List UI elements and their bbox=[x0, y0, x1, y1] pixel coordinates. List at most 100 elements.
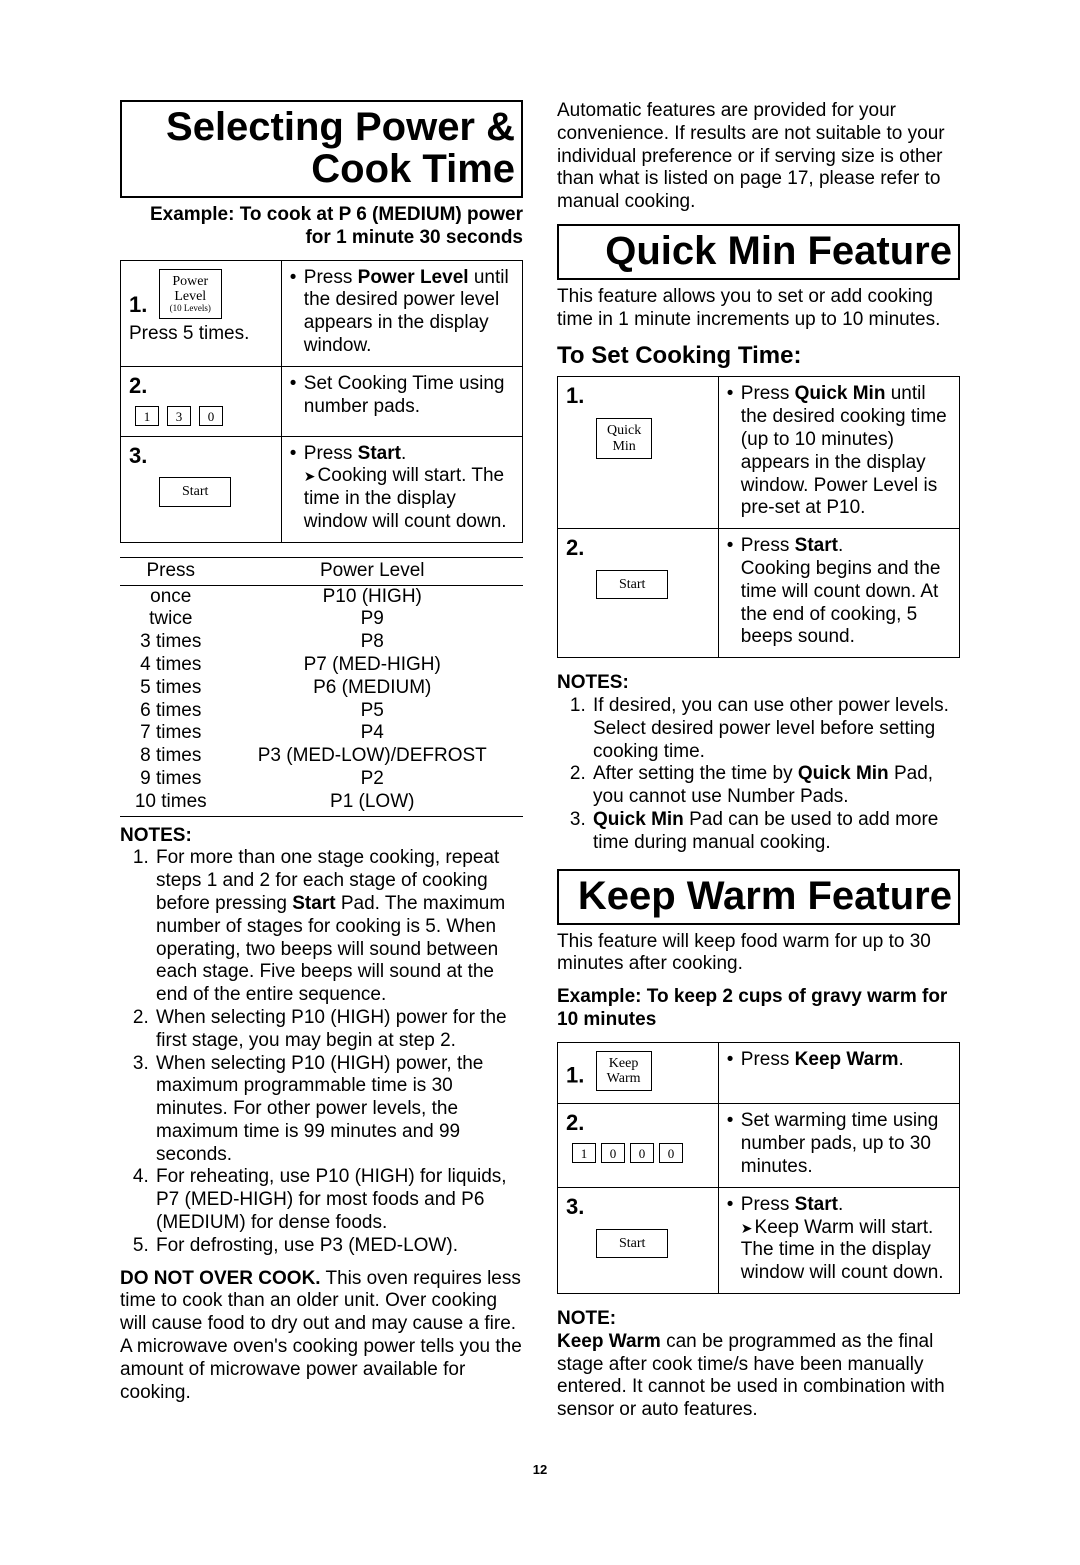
cell: 10 times bbox=[120, 791, 222, 816]
step-row: 2. 1 0 0 0 Set warming time using number… bbox=[558, 1104, 960, 1187]
step-number: 2. bbox=[566, 1110, 584, 1135]
cell: 4 times bbox=[120, 654, 222, 677]
step-number: 2. bbox=[129, 373, 147, 398]
notes-list: If desired, you can use other power leve… bbox=[557, 695, 960, 855]
key: 0 bbox=[601, 1143, 625, 1163]
notes-heading: NOTES: bbox=[557, 672, 960, 695]
steps-table-warm: 1. Keep Warm Press Keep Warm. 2. 1 bbox=[557, 1042, 960, 1294]
key: 1 bbox=[572, 1143, 596, 1163]
col-header: Press bbox=[120, 557, 222, 585]
step-row: 1. Quick Min Press Quick Min until the d… bbox=[558, 377, 960, 529]
text: . bbox=[401, 443, 406, 464]
key: 0 bbox=[199, 406, 223, 426]
step-desc: Press Keep Warm. bbox=[727, 1049, 951, 1072]
note-item: Quick Min Pad can be used to add more ti… bbox=[591, 809, 960, 855]
heading-selecting-power: Selecting Power & Cook Time bbox=[120, 100, 523, 198]
example-header-cook: Example: To cook at P 6 (MEDIUM) power f… bbox=[120, 204, 523, 250]
start-button: Start bbox=[596, 570, 668, 599]
cell: P1 (LOW) bbox=[222, 791, 524, 816]
cell: 9 times bbox=[120, 768, 222, 791]
cell: P2 bbox=[222, 768, 524, 791]
step-row: 2. 1 3 0 Set Cooking Time using number p… bbox=[121, 366, 523, 436]
cell: P3 (MED-LOW)/DEFROST bbox=[222, 745, 524, 768]
step-number: 3. bbox=[566, 1194, 584, 1219]
text: Keep Warm will start. The time in the di… bbox=[741, 1217, 944, 1284]
step-desc: Set Cooking Time using number pads. bbox=[290, 373, 514, 419]
text-bold: Start bbox=[795, 535, 838, 556]
note-item: After setting the time by Quick Min Pad,… bbox=[591, 763, 960, 809]
step-desc: Press Start. Cooking begins and the time… bbox=[727, 535, 951, 649]
step-row: 2. Start Press Start. Cooking begins and… bbox=[558, 529, 960, 658]
step-desc: Press Power Level until the desired powe… bbox=[290, 267, 514, 358]
warning-text: DO NOT OVER COOK. This oven requires les… bbox=[120, 1268, 523, 1405]
text-bold: Keep Warm bbox=[795, 1049, 899, 1070]
quick-intro: This feature allows you to set or add co… bbox=[557, 286, 960, 332]
arrow-icon bbox=[741, 1217, 755, 1238]
cell: P4 bbox=[222, 722, 524, 745]
cell: P9 bbox=[222, 608, 524, 631]
warm-note: Keep Warm can be programmed as the final… bbox=[557, 1331, 960, 1422]
key: 0 bbox=[630, 1143, 654, 1163]
key: 1 bbox=[135, 406, 159, 426]
btn-line: Quick bbox=[607, 423, 641, 438]
cell: 6 times bbox=[120, 700, 222, 723]
example-header-warm: Example: To keep 2 cups of gravy warm fo… bbox=[557, 986, 960, 1032]
step-row: 3. Start Press Start. Keep Warm will sta… bbox=[558, 1187, 960, 1293]
text: . bbox=[838, 535, 843, 556]
text: Press bbox=[304, 443, 358, 464]
note-item: For reheating, use P10 (HIGH) for liquid… bbox=[154, 1166, 523, 1234]
key: 3 bbox=[167, 406, 191, 426]
note-item: For defrosting, use P3 (MED-LOW). bbox=[154, 1235, 523, 1258]
step-number: 1. bbox=[566, 1062, 584, 1087]
text-bold: Start bbox=[795, 1194, 838, 1215]
number-pad: 1 3 0 bbox=[135, 406, 273, 426]
note-item: If desired, you can use other power leve… bbox=[591, 695, 960, 763]
text: Press bbox=[304, 267, 358, 288]
note-heading: NOTE: bbox=[557, 1308, 960, 1331]
key: 0 bbox=[659, 1143, 683, 1163]
cell: once bbox=[120, 585, 222, 608]
cell: 3 times bbox=[120, 631, 222, 654]
col-header: Power Level bbox=[222, 557, 524, 585]
btn-line: Warm bbox=[607, 1071, 641, 1086]
power-level-button: Power Level (10 Levels) bbox=[159, 269, 222, 320]
start-button: Start bbox=[596, 1229, 668, 1258]
step-number: 1. bbox=[566, 383, 584, 408]
cell: 7 times bbox=[120, 722, 222, 745]
step-row: 3. Start Press Start. Cooking will start… bbox=[121, 436, 523, 542]
intro-text: Automatic features are provided for your… bbox=[557, 100, 960, 214]
subheading-set-cook-time: To Set Cooking Time: bbox=[557, 342, 960, 371]
text: . bbox=[838, 1194, 843, 1215]
step-row: 1. Keep Warm Press Keep Warm. bbox=[558, 1042, 960, 1104]
step-desc: Press Start. Keep Warm will start. The t… bbox=[727, 1194, 951, 1285]
keep-warm-button: Keep Warm bbox=[596, 1051, 652, 1092]
btn-line: (10 Levels) bbox=[170, 304, 211, 314]
btn-line: Power bbox=[170, 274, 211, 289]
cell: P5 bbox=[222, 700, 524, 723]
start-button: Start bbox=[159, 477, 231, 506]
page-columns: Selecting Power & Cook Time Example: To … bbox=[120, 100, 960, 1432]
warm-intro: This feature will keep food warm for up … bbox=[557, 931, 960, 977]
notes-heading: NOTES: bbox=[120, 825, 523, 848]
power-level-table: PressPower Level onceP10 (HIGH) twiceP9 … bbox=[120, 557, 523, 817]
text: Press bbox=[741, 383, 795, 404]
cell: 8 times bbox=[120, 745, 222, 768]
cell: P10 (HIGH) bbox=[222, 585, 524, 608]
text: Press bbox=[741, 1049, 795, 1070]
heading-quick-min: Quick Min Feature bbox=[557, 224, 960, 280]
steps-table-quick: 1. Quick Min Press Quick Min until the d… bbox=[557, 376, 960, 658]
step-desc: Press Quick Min until the desired cookin… bbox=[727, 383, 951, 520]
text-bold: Power Level bbox=[358, 267, 469, 288]
text: . bbox=[898, 1049, 903, 1070]
cell: P8 bbox=[222, 631, 524, 654]
btn-line: Level bbox=[170, 289, 211, 304]
step-caption: Press 5 times. bbox=[129, 323, 273, 346]
cell: twice bbox=[120, 608, 222, 631]
page-number: 12 bbox=[120, 1462, 960, 1478]
text-bold: Quick Min bbox=[795, 383, 886, 404]
text: Press bbox=[741, 1194, 795, 1215]
cell: 5 times bbox=[120, 677, 222, 700]
btn-line: Min bbox=[607, 439, 641, 454]
step-number: 2. bbox=[566, 535, 584, 560]
cell: P6 (MEDIUM) bbox=[222, 677, 524, 700]
